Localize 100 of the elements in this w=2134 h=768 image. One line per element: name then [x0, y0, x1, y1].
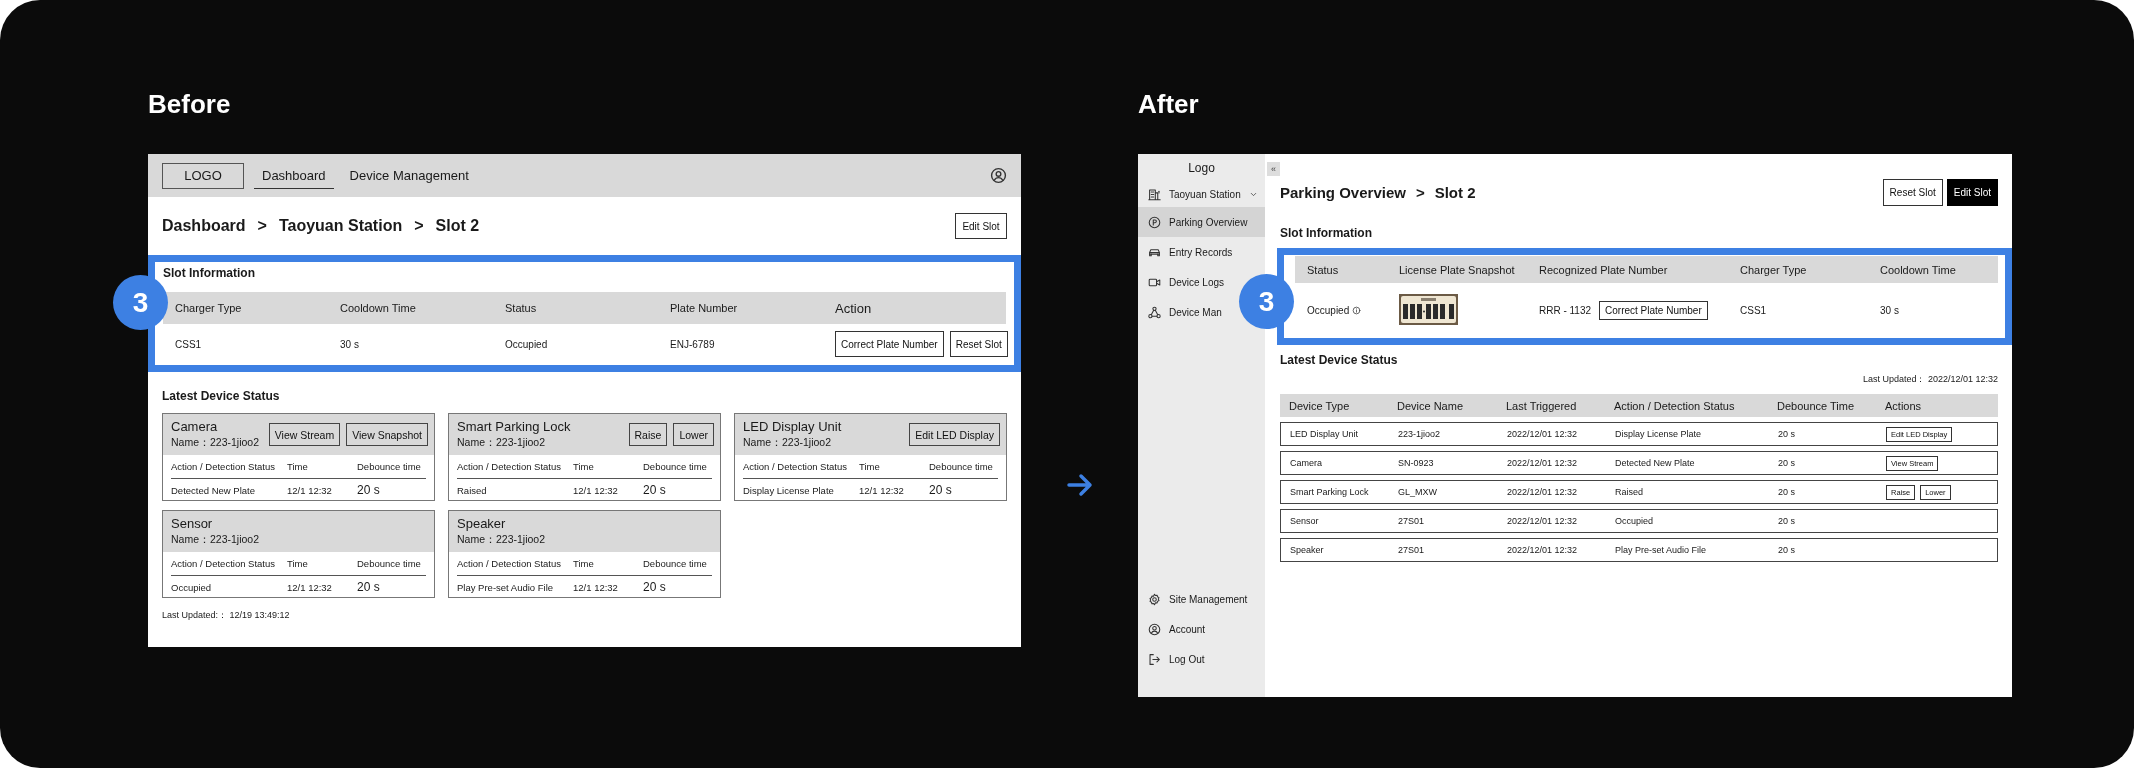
- station-selector[interactable]: Taoyuan Station: [1138, 182, 1262, 207]
- logo-link[interactable]: LOGO: [162, 162, 244, 189]
- table-cell-text: 30 s: [340, 338, 360, 350]
- card-button[interactable]: View Stream: [268, 423, 341, 446]
- device-type: Speaker: [457, 516, 507, 531]
- table-cell-text: 223-1jioo2: [1398, 429, 1442, 439]
- breadcrumb-separator: >: [414, 217, 424, 235]
- breadcrumb-item[interactable]: Dashboard: [162, 217, 246, 235]
- column-header: Debounce time: [357, 461, 422, 472]
- column-header: Debounce time: [643, 461, 708, 472]
- card-button[interactable]: Raise: [628, 423, 668, 446]
- card-button[interactable]: View Snapshot: [346, 423, 428, 446]
- status-text: Occupied: [1307, 305, 1350, 316]
- chevron-down-icon: [1248, 190, 1258, 199]
- card-button[interactable]: Lower: [673, 423, 714, 446]
- column-header: Charger Type: [175, 302, 243, 314]
- column-header: Cooldown Time: [1880, 263, 1957, 276]
- table-cell-text: 2022/12/01 12:32: [1507, 545, 1579, 555]
- collapse-button[interactable]: «: [1267, 162, 1280, 176]
- column-header: Plate Number: [670, 302, 739, 314]
- table-cell-text: Occupied: [171, 581, 213, 593]
- section-title: Latest Device Status: [1280, 352, 1399, 369]
- edit-slot-button[interactable]: Edit Slot: [955, 213, 1007, 239]
- sidebar-item[interactable]: Log Out: [1138, 644, 1209, 674]
- table-cell-text: Raised: [457, 484, 488, 496]
- table-cell-text: 20 s: [357, 580, 381, 594]
- column-header: Debounce time: [643, 558, 708, 569]
- column-header: Time: [573, 461, 595, 472]
- table-cell-text: Camera: [1290, 458, 1323, 468]
- table-cell-text: 20 s: [1778, 487, 1796, 497]
- table-cell-text: 20 s: [643, 580, 667, 594]
- sidebar-item[interactable]: Account: [1138, 614, 1210, 644]
- plate-number: RRR - 1132: [1539, 305, 1592, 316]
- column-header: Debounce time: [929, 461, 994, 472]
- table-cell-text: Smart Parking Lock: [1290, 487, 1370, 497]
- breadcrumb-item[interactable]: Taoyuan Station: [278, 217, 403, 235]
- device-type: Camera: [171, 419, 219, 434]
- table-cell-text: GL_MXW: [1398, 487, 1438, 497]
- table-cell-text: 20 s: [929, 483, 953, 497]
- column-header: Action / Detection Status: [457, 558, 563, 569]
- table-cell-text: 27S01: [1398, 516, 1426, 526]
- column-header: Time: [859, 461, 881, 472]
- sidebar-item[interactable]: Site Management: [1138, 584, 1252, 614]
- last-updated: Last Updated:： 12/19 13:49:12: [162, 609, 291, 622]
- building-icon: [1148, 188, 1161, 201]
- logo-text: Logo: [1188, 160, 1215, 177]
- column-header: Time: [573, 558, 595, 569]
- nav-tab[interactable]: Device Management: [341, 162, 477, 189]
- action-button[interactable]: Correct Plate Number: [835, 331, 944, 357]
- table-cell-text: 20 s: [1778, 458, 1796, 468]
- sidebar-item[interactable]: Device Logs: [1138, 267, 1229, 297]
- table-cell-text: 20 s: [643, 483, 667, 497]
- reset-slot-button[interactable]: Reset Slot: [1882, 178, 1943, 206]
- table-cell-text: 30 s: [1880, 305, 1900, 316]
- column-header: Debounce time: [357, 558, 422, 569]
- table-cell-text: 2022/12/01 12:32: [1507, 487, 1579, 497]
- correct-plate-button[interactable]: Correct Plate Number: [1599, 301, 1708, 320]
- device-name: Name：223-1jioo2: [457, 533, 547, 547]
- table-cell-text: 20 s: [357, 483, 381, 497]
- breadcrumb-separator: >: [1415, 183, 1425, 201]
- table-cell-text: CSS1: [175, 338, 203, 350]
- device-type: Sensor: [171, 516, 214, 531]
- column-header: Action / Detection Status: [1614, 399, 1736, 412]
- table-cell-text: Detected New Plate: [171, 484, 256, 496]
- device-name: Name：223-1jioo2: [171, 533, 261, 547]
- table-cell-text: 12/1 12:32: [573, 581, 619, 593]
- table-cell-text: 2022/12/01 12:32: [1507, 516, 1579, 526]
- column-header: Action / Detection Status: [171, 558, 277, 569]
- table-cell-text: 12/1 12:32: [859, 484, 905, 496]
- info-icon: [1352, 306, 1362, 315]
- sidebar-item[interactable]: Device Man: [1138, 297, 1226, 327]
- table-cell-text: Sensor: [1290, 516, 1320, 526]
- table-cell-text: LED Display Unit: [1290, 429, 1360, 439]
- nav-tab[interactable]: Dashboard: [254, 162, 334, 189]
- column-header: Recognized Plate Number: [1539, 263, 1669, 276]
- table-cell-text: 12/1 12:32: [287, 484, 333, 496]
- section-title: Slot Information: [1280, 225, 1373, 242]
- settings-icon: [1148, 592, 1161, 606]
- sidebar-item[interactable]: Entry Records: [1138, 237, 1237, 267]
- column-header: Action / Detection Status: [457, 461, 563, 472]
- parking-icon: [1148, 215, 1161, 229]
- edit-slot-button[interactable]: Edit Slot: [1946, 178, 1998, 206]
- breadcrumb-item[interactable]: Parking Overview: [1280, 183, 1406, 201]
- column-header: License Plate Snapshot: [1399, 263, 1516, 276]
- column-header: Actions: [1885, 399, 1923, 412]
- column-header: Action / Detection Status: [743, 461, 849, 472]
- breadcrumb-item[interactable]: Slot 2: [435, 217, 480, 235]
- card-button[interactable]: Edit LED Display: [909, 423, 1000, 446]
- table-cell-text: CSS1: [1740, 305, 1768, 316]
- table-cell-text: 20 s: [1778, 516, 1796, 526]
- table-cell-text: Play Pre-set Audio File: [1615, 545, 1708, 555]
- account-icon: [990, 167, 1007, 184]
- table-cell-text: Display License Plate: [743, 484, 835, 496]
- logout-icon: [1148, 652, 1161, 666]
- sidebar-item[interactable]: Parking Overview: [1138, 207, 1265, 237]
- column-header: Last Triggered: [1506, 399, 1578, 412]
- table-cell-text: Occupied: [505, 338, 549, 350]
- breadcrumb-item[interactable]: Slot 2: [1434, 183, 1476, 201]
- action-button[interactable]: Reset Slot: [949, 331, 1008, 357]
- table-cell-text: Play Pre-set Audio File: [457, 581, 555, 593]
